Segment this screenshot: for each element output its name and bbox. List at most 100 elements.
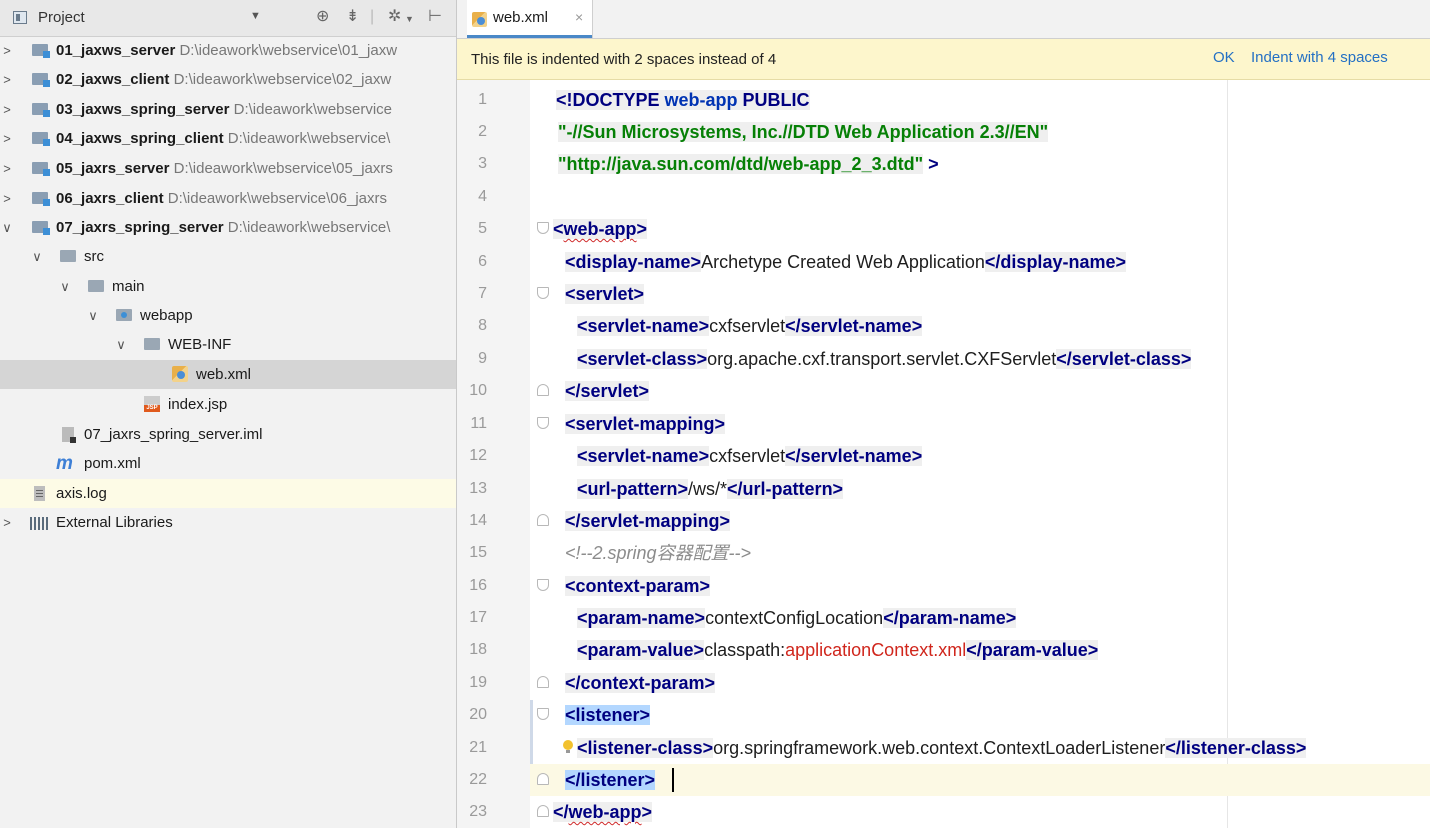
line-number: 12 [469,447,487,464]
module-name: 01_jaxws_server [56,42,176,59]
chevron-down-icon[interactable]: ∨ [86,301,100,330]
tab-web-xml[interactable]: web.xml × [467,0,593,38]
lightbulb-icon[interactable] [563,740,573,753]
tree-item-module[interactable]: > 05_jaxrs_server D:\ideawork\webservice… [0,154,456,183]
hide-panel-icon[interactable]: ⊢ [428,6,442,28]
indent-with-4-spaces-link[interactable]: Indent with 4 spaces [1251,49,1388,66]
tree-item-folder[interactable]: ∨ src [0,242,456,271]
tag-bracket: > [636,219,648,239]
module-icon [32,192,50,206]
tag-close: </servlet-name> [785,316,923,336]
globe-icon[interactable]: ⊕ [316,6,329,28]
fold-end-icon[interactable] [537,384,549,396]
tag-open: <servlet-mapping> [565,414,726,434]
chevron-right-icon[interactable]: > [0,65,14,94]
chevron-down-icon[interactable]: ∨ [114,330,128,359]
tree-item-folder[interactable]: ∨ webapp [0,301,456,330]
line-number: 16 [469,577,487,594]
xml-file-icon [472,12,487,27]
chevron-down-icon[interactable]: ∨ [0,213,14,242]
line-number: 7 [478,285,487,302]
close-icon[interactable]: × [575,9,583,25]
fold-toggle-icon[interactable] [537,417,549,429]
tree-item-folder[interactable]: ∨ WEB-INF [0,330,456,359]
unresolved-reference[interactable]: applicationContext.xml [785,640,966,660]
line-number: 3 [478,155,487,172]
active-tab-indicator [467,35,592,38]
code-line-13: <url-pattern>/ws/*</url-pattern> [577,473,844,505]
code-line-8: <servlet-name>cxfservlet</servlet-name> [577,310,923,342]
fold-toggle-icon[interactable] [537,708,549,720]
tree-item-file-selected[interactable]: web.xml [0,360,456,389]
tag-open: <servlet> [565,284,645,304]
folder-label: main [112,278,145,295]
ok-link[interactable]: OK [1213,49,1235,66]
line-number: 18 [469,641,487,658]
fold-toggle-icon[interactable] [537,222,549,234]
module-path: D:\ideawork\webservice\05_jaxrs [173,160,393,177]
tag-bracket: < [553,219,564,239]
chevron-down-icon[interactable]: ∨ [58,272,72,301]
tree-item-module[interactable]: > 06_jaxrs_client D:\ideawork\webservice… [0,184,456,213]
tag-web-app: web-app [568,802,642,822]
code-line-22: </listener> [565,764,656,796]
chevron-right-icon[interactable]: > [0,95,14,124]
file-label: pom.xml [84,455,141,472]
folder-icon [60,250,76,262]
xml-file-icon [172,366,188,382]
tree-item-module[interactable]: > 01_jaxws_server D:\ideawork\webservice… [0,36,456,65]
chevron-down-icon[interactable]: ▼ [250,10,261,22]
tag-close-highlighted: </listener> [565,770,656,790]
tag-open: <servlet-name> [577,316,710,336]
chevron-right-icon[interactable]: > [0,36,14,65]
doctype-public: PUBLIC [737,90,810,110]
chevron-down-icon[interactable]: ∨ [30,242,44,271]
fold-end-icon[interactable] [537,773,549,785]
xml-comment: <!--2.spring容器配置--> [565,543,752,563]
fold-end-icon[interactable] [537,676,549,688]
line-number: 22 [469,771,487,788]
chevron-right-icon[interactable]: > [0,154,14,183]
file-label: axis.log [56,485,107,502]
tree-item-file[interactable]: m pom.xml [0,449,456,478]
tree-item-module[interactable]: > 03_jaxws_spring_server D:\ideawork\web… [0,95,456,124]
tree-item-folder[interactable]: ∨ main [0,272,456,301]
project-panel: Project ▼ ⊕ ⇟ | ✲ ▼ ⊢ > 01_jaxws_server … [0,0,457,828]
module-icon [32,44,50,58]
tree-item-file[interactable]: JSP index.jsp [0,390,456,419]
tree-item-module[interactable]: > 04_jaxws_spring_client D:\ideawork\web… [0,124,456,153]
libraries-label: External Libraries [56,514,173,531]
collapse-all-icon[interactable]: ⇟ [346,6,359,28]
fold-end-icon[interactable] [537,514,549,526]
maven-icon: m [56,453,73,474]
project-panel-title[interactable]: Project [38,9,85,26]
tree-item-libraries[interactable]: > External Libraries [0,508,456,537]
doctype-close: > [923,154,939,174]
tree-item-file[interactable]: axis.log [0,479,456,508]
chevron-right-icon[interactable]: > [0,508,14,537]
separator: | [370,8,375,25]
fold-toggle-icon[interactable] [537,287,549,299]
gear-icon[interactable]: ✲ [388,6,401,28]
module-path: D:\ideawork\webservice\ [227,219,391,236]
line-number: 13 [469,480,487,497]
line-number: 4 [478,188,487,205]
fold-end-icon[interactable] [537,805,549,817]
tag-close: </param-value> [966,640,1099,660]
iml-file-icon [62,427,76,443]
chevron-right-icon[interactable]: > [0,184,14,213]
tag-open: <servlet-class> [577,349,708,369]
chevron-right-icon[interactable]: > [0,124,14,153]
tree-item-file[interactable]: 07_jaxrs_spring_server.iml [0,420,456,449]
tree-item-module-expanded[interactable]: ∨ 07_jaxrs_spring_server D:\ideawork\web… [0,213,456,242]
module-icon [32,103,50,117]
tree-item-module[interactable]: > 02_jaxws_client D:\ideawork\webservice… [0,65,456,94]
tag-close: </display-name> [984,252,1126,272]
gear-dropdown-icon[interactable]: ▼ [405,8,414,30]
doctype-root: web-app [664,90,738,110]
line-number: 17 [469,609,487,626]
line-number: 10 [469,382,487,399]
tag-open: <display-name> [565,252,702,272]
tag-open: <url-pattern> [577,479,689,499]
fold-toggle-icon[interactable] [537,579,549,591]
